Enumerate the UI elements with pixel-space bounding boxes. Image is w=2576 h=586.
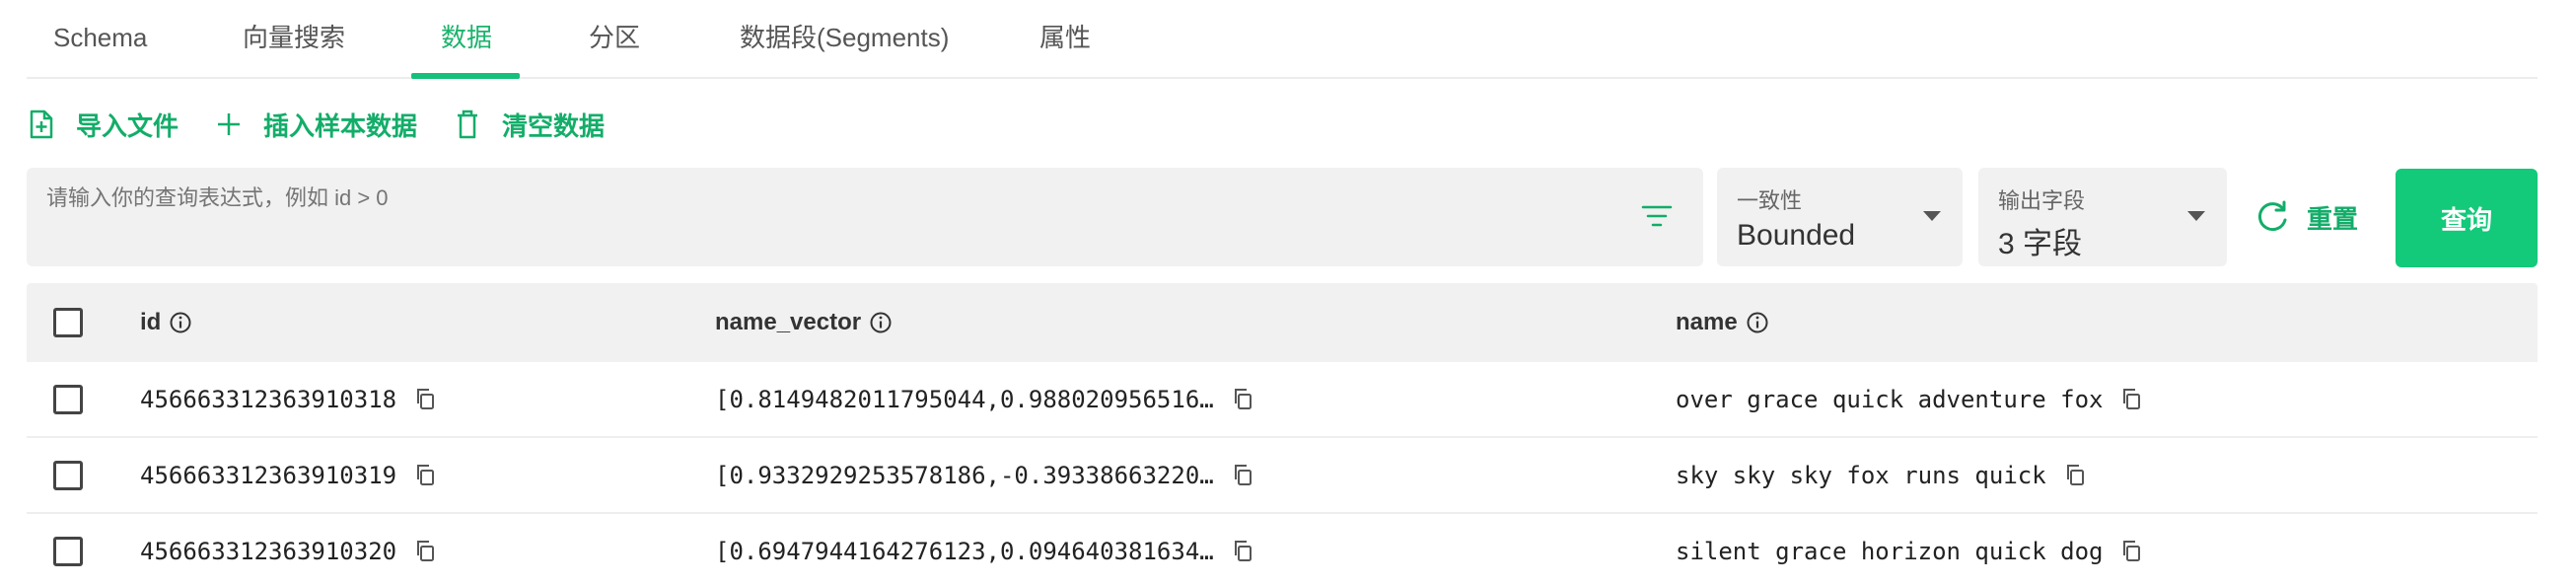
output-fields-select[interactable]: 输出字段 3 字段 xyxy=(1978,168,2227,266)
row-checkbox[interactable] xyxy=(53,536,83,566)
table-row[interactable]: 456663312363910319 [0.9332929253578186,-… xyxy=(27,438,2538,514)
query-expression-input[interactable] xyxy=(46,185,1605,211)
info-icon[interactable] xyxy=(869,311,893,334)
insert-sample-button[interactable]: 插入样本数据 xyxy=(214,107,417,143)
name-vector-value: [0.8149482011795044,0.988020956516… xyxy=(715,385,1214,413)
copy-icon[interactable] xyxy=(2064,463,2088,488)
table-row[interactable]: 456663312363910318 [0.8149482011795044,0… xyxy=(27,362,2538,438)
column-header-label: name xyxy=(1676,309,1738,335)
name-vector-value: [0.6947944164276123,0.094640381634… xyxy=(715,537,1214,565)
file-plus-icon xyxy=(27,108,56,141)
tab-bar: Schema 向量搜索 数据 分区 数据段(Segments) 属性 xyxy=(27,0,2538,79)
consistency-select[interactable]: 一致性 Bounded xyxy=(1717,168,1963,266)
column-header-id[interactable]: id xyxy=(140,283,192,362)
row-checkbox[interactable] xyxy=(53,460,83,490)
consistency-label: 一致性 xyxy=(1737,188,1803,213)
import-file-label: 导入文件 xyxy=(76,110,179,141)
row-select-cell xyxy=(53,438,83,512)
cell-id: 456663312363910319 xyxy=(140,438,438,512)
clear-data-button[interactable]: 清空数据 xyxy=(453,107,605,143)
chevron-down-icon xyxy=(2187,211,2205,221)
copy-icon[interactable] xyxy=(414,387,438,412)
select-all-cell xyxy=(53,283,83,362)
import-file-button[interactable]: 导入文件 xyxy=(27,107,179,143)
cell-name: silent grace horizon quick dog xyxy=(1676,514,2144,586)
reset-button[interactable]: 重置 xyxy=(2254,192,2358,242)
table-header: id name_vector name xyxy=(27,283,2538,362)
reset-label: 重置 xyxy=(2307,203,2359,234)
column-header-label: name_vector xyxy=(715,309,862,335)
refresh-icon xyxy=(2254,198,2291,236)
copy-icon[interactable] xyxy=(2120,387,2144,412)
data-table: id name_vector name 456663312363910318 [… xyxy=(27,283,2538,586)
cell-id: 456663312363910320 xyxy=(140,514,438,586)
select-all-checkbox[interactable] xyxy=(53,308,83,337)
copy-icon[interactable] xyxy=(1232,387,1255,412)
output-fields-label: 输出字段 xyxy=(1998,188,2086,213)
id-value: 456663312363910319 xyxy=(140,461,397,489)
tab-partitions[interactable]: 分区 xyxy=(589,0,640,79)
consistency-value: Bounded xyxy=(1737,219,1856,252)
info-icon[interactable] xyxy=(169,311,192,334)
copy-icon[interactable] xyxy=(414,539,438,564)
query-expression-box xyxy=(27,168,1703,266)
row-select-cell xyxy=(53,362,83,436)
cell-name: over grace quick adventure fox xyxy=(1676,362,2144,436)
copy-icon[interactable] xyxy=(1232,539,1255,564)
name-value: sky sky sky fox runs quick xyxy=(1676,461,2046,489)
cell-id: 456663312363910318 xyxy=(140,362,438,436)
row-select-cell xyxy=(53,514,83,586)
table-row[interactable]: 456663312363910320 [0.6947944164276123,0… xyxy=(27,514,2538,586)
column-header-label: id xyxy=(140,309,162,335)
copy-icon[interactable] xyxy=(1232,463,1255,488)
id-value: 456663312363910320 xyxy=(140,537,397,565)
row-checkbox[interactable] xyxy=(53,384,83,414)
active-tab-indicator xyxy=(411,73,520,79)
cell-name: sky sky sky fox runs quick xyxy=(1676,438,2088,512)
cell-name-vector: [0.8149482011795044,0.988020956516… xyxy=(715,362,1255,436)
filter-icon[interactable] xyxy=(1640,199,1674,233)
info-icon[interactable] xyxy=(1746,311,1769,334)
column-header-name[interactable]: name xyxy=(1676,283,1769,362)
query-button[interactable]: 查询 xyxy=(2396,169,2538,267)
trash-icon xyxy=(453,108,482,141)
name-vector-value: [0.9332929253578186,-0.39338663220… xyxy=(715,461,1214,489)
name-value: over grace quick adventure fox xyxy=(1676,385,2104,413)
id-value: 456663312363910318 xyxy=(140,385,397,413)
tab-data[interactable]: 数据 xyxy=(441,0,492,79)
copy-icon[interactable] xyxy=(414,463,438,488)
insert-sample-label: 插入样本数据 xyxy=(263,110,418,141)
chevron-down-icon xyxy=(1923,211,1941,221)
name-value: silent grace horizon quick dog xyxy=(1676,537,2104,565)
output-fields-value: 3 字段 xyxy=(1998,228,2083,260)
plus-icon xyxy=(214,108,244,141)
clear-data-label: 清空数据 xyxy=(502,110,606,141)
data-toolbar: 导入文件 插入样本数据 清空数据 xyxy=(27,99,640,150)
cell-name-vector: [0.6947944164276123,0.094640381634… xyxy=(715,514,1255,586)
tab-vector-search[interactable]: 向量搜索 xyxy=(243,0,345,79)
tab-schema[interactable]: Schema xyxy=(53,0,147,79)
tab-segments[interactable]: 数据段(Segments) xyxy=(740,0,949,79)
copy-icon[interactable] xyxy=(2120,539,2144,564)
tab-properties[interactable]: 属性 xyxy=(1039,0,1091,79)
column-header-name-vector[interactable]: name_vector xyxy=(715,283,893,362)
cell-name-vector: [0.9332929253578186,-0.39338663220… xyxy=(715,438,1255,512)
